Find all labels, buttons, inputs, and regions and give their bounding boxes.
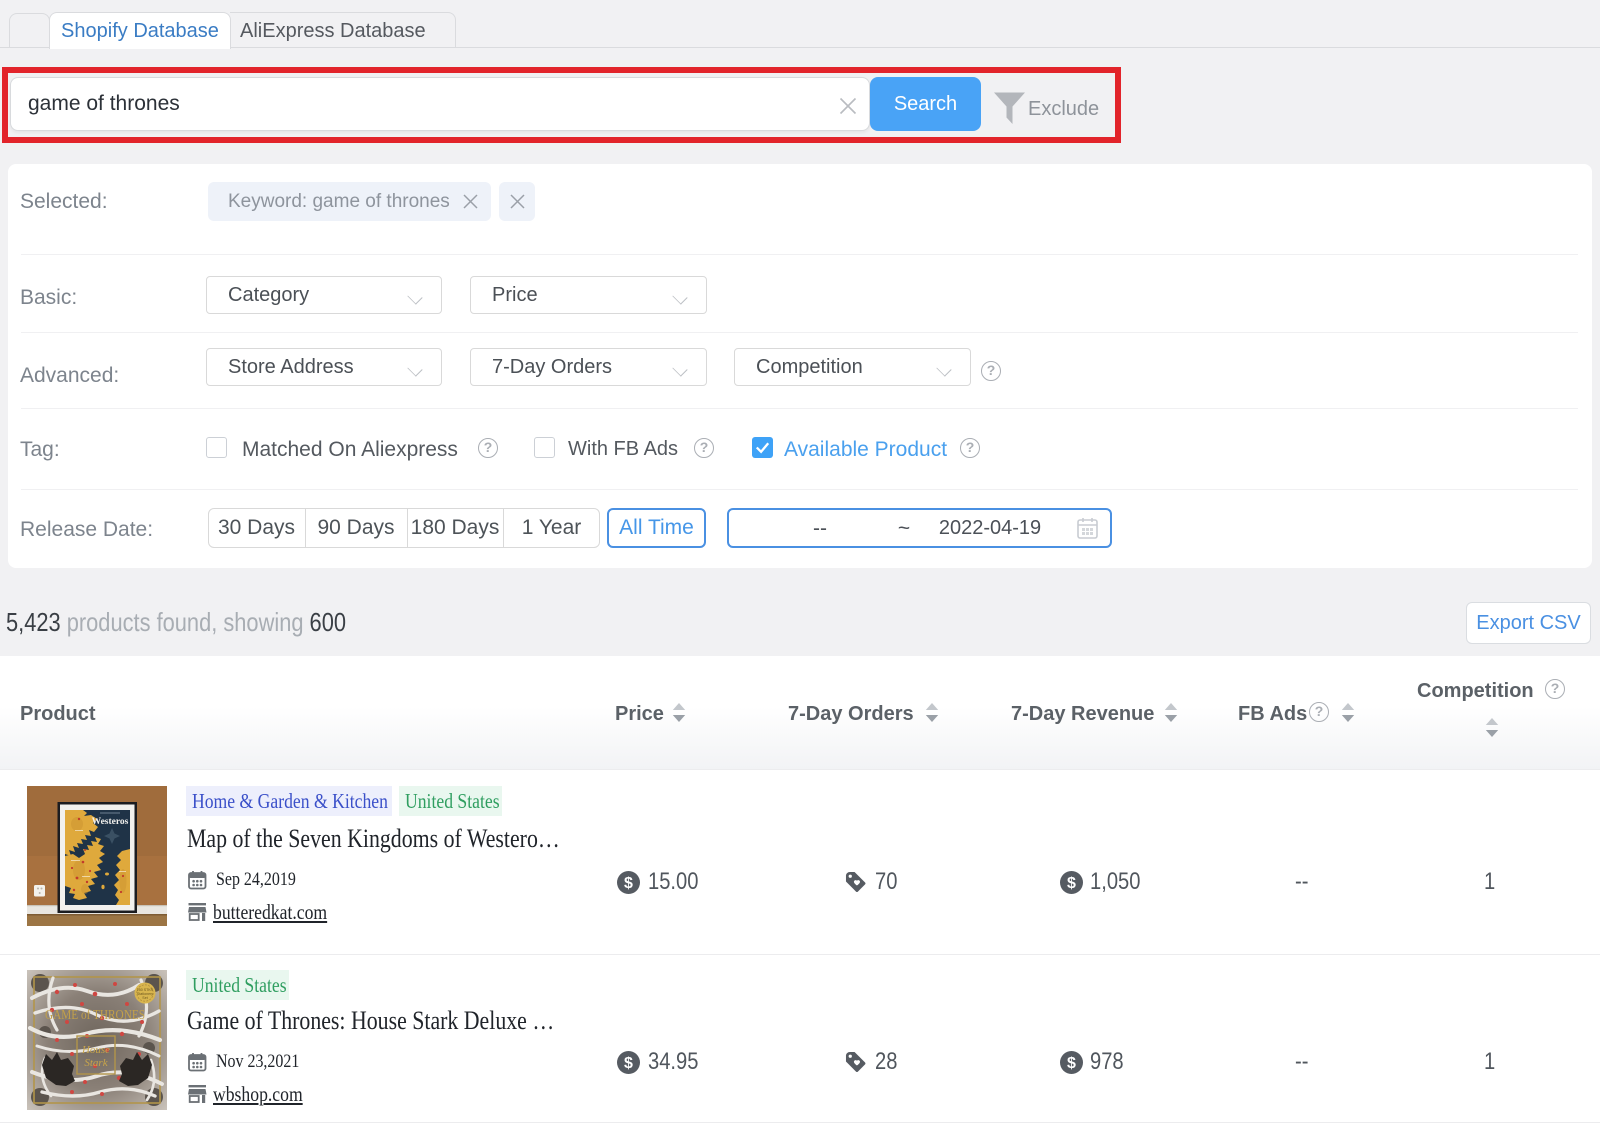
svg-text:Westeros: Westeros xyxy=(92,817,129,827)
svg-text:House: House xyxy=(81,1044,110,1056)
svg-text:GAME of THRONES: GAME of THRONES xyxy=(45,1008,145,1023)
svg-text:Set: Set xyxy=(142,996,147,1000)
svg-text:Stark: Stark xyxy=(84,1057,108,1069)
